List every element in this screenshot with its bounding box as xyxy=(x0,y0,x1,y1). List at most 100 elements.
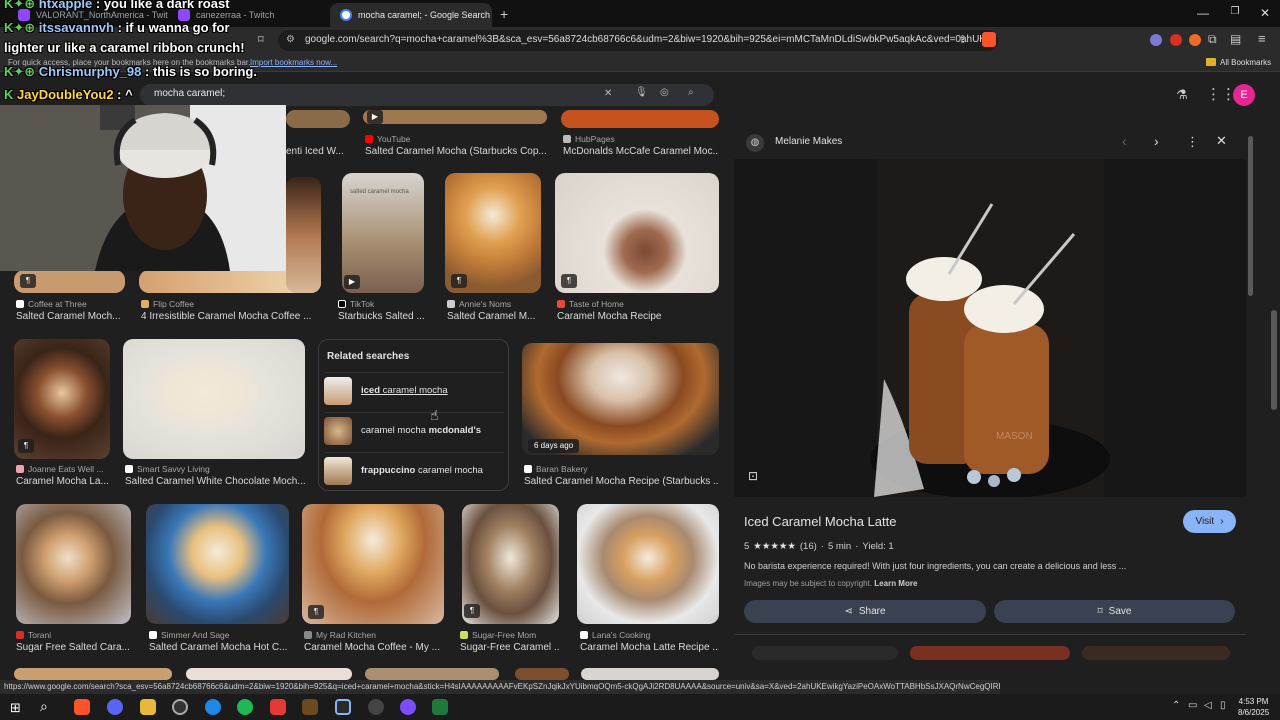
excel-icon[interactable] xyxy=(432,699,448,715)
related-image[interactable] xyxy=(752,646,898,660)
restore-icon[interactable]: ❐ xyxy=(1220,6,1250,17)
result-image[interactable] xyxy=(14,668,172,680)
volume-icon[interactable]: ◁ xyxy=(1204,700,1212,711)
preview-image[interactable]: MASON ⊡ xyxy=(734,159,1246,499)
result-title[interactable]: Caramel Mocha Recipe xyxy=(557,311,719,322)
close-panel-icon[interactable]: ✕ xyxy=(1216,133,1227,149)
app-icon[interactable] xyxy=(205,699,221,715)
result-image[interactable] xyxy=(561,110,719,128)
battery-icon[interactable]: ▯ xyxy=(1220,700,1226,711)
result-title[interactable]: Salted Caramel White Chocolate Moch... xyxy=(125,476,305,487)
brave-shield-icon[interactable] xyxy=(982,32,996,47)
extension-icon[interactable] xyxy=(1189,34,1201,46)
result-title[interactable]: Caramel Mocha Latte Recipe ... xyxy=(580,642,719,653)
microphone-icon[interactable]: 🎙 xyxy=(635,87,648,98)
visit-button[interactable]: Visit › xyxy=(1183,510,1236,533)
next-icon[interactable]: › xyxy=(1154,133,1159,149)
labs-icon[interactable]: ⚗ xyxy=(1176,87,1188,103)
related-image[interactable] xyxy=(1082,646,1230,660)
result-title[interactable]: McDonalds McCafe Caramel Moc... xyxy=(563,146,719,157)
tab-google-search[interactable]: mocha caramel; - Google Search ✕ xyxy=(330,3,492,27)
obs-icon[interactable] xyxy=(172,699,188,715)
bookmark-page-icon[interactable]: ⌑ xyxy=(258,33,264,46)
result-image[interactable] xyxy=(365,668,499,680)
avatar[interactable]: E xyxy=(1233,84,1255,106)
app-icon[interactable] xyxy=(335,699,351,715)
network-icon[interactable]: ▭ xyxy=(1188,700,1197,711)
result-image[interactable]: ¶ xyxy=(555,173,719,293)
result-title[interactable]: Sugar Free Salted Cara... xyxy=(16,642,131,653)
result-title[interactable]: enti Iced W... xyxy=(286,146,348,157)
result-title[interactable]: Salted Caramel M... xyxy=(447,311,541,322)
import-bookmarks-link[interactable]: Import bookmarks now... xyxy=(250,58,337,67)
spotify-icon[interactable] xyxy=(237,699,253,715)
search-box[interactable]: mocha caramel; ✕ 🎙 ◎ ⌕ xyxy=(140,84,714,106)
result-image[interactable] xyxy=(577,504,719,624)
result-title[interactable]: Salted Caramel Mocha Hot C... xyxy=(149,642,289,653)
learn-more-link[interactable]: Learn More xyxy=(874,579,917,588)
result-image[interactable] xyxy=(16,504,131,624)
result-image[interactable] xyxy=(186,668,352,680)
panel-scrollbar[interactable] xyxy=(1248,136,1253,296)
lens-search-icon[interactable]: ⊡ xyxy=(748,469,758,483)
extension-icon[interactable] xyxy=(1150,34,1162,46)
result-image[interactable] xyxy=(123,339,305,459)
puzzle-icon[interactable]: ⧉ xyxy=(1208,32,1217,47)
related-image[interactable] xyxy=(910,646,1070,660)
search-input[interactable]: mocha caramel; xyxy=(154,88,225,99)
related-item-iced[interactable]: iced caramel mocha xyxy=(324,372,504,408)
previous-icon[interactable]: ‹ xyxy=(1122,133,1127,149)
app-icon[interactable] xyxy=(302,699,318,715)
result-image[interactable]: 6 days ago xyxy=(522,343,719,455)
app-icon[interactable] xyxy=(368,699,384,715)
extension-icon[interactable] xyxy=(1170,34,1182,46)
tray-chevron-icon[interactable]: ⌃ xyxy=(1172,700,1180,711)
result-image[interactable] xyxy=(581,668,719,680)
new-tab-icon[interactable]: + xyxy=(500,6,508,22)
windows-start-icon[interactable]: ⊞ xyxy=(10,700,21,716)
result-image[interactable]: salted caramel mocha ▶ xyxy=(342,173,424,293)
share-page-icon[interactable]: ⇪ xyxy=(958,33,967,46)
save-button[interactable]: ⌑ Save xyxy=(994,600,1235,623)
result-image[interactable]: ▶ xyxy=(363,110,547,124)
sidebar-icon[interactable]: ▤ xyxy=(1230,32,1241,46)
preview-title[interactable]: Iced Caramel Mocha Latte xyxy=(744,514,896,529)
apps-grid-icon[interactable]: ⋮⋮ xyxy=(1206,85,1236,103)
result-image[interactable]: ¶ xyxy=(302,504,444,624)
result-title[interactable]: Salted Caramel Mocha (Starbucks Cop... xyxy=(365,146,547,157)
minimize-icon[interactable]: — xyxy=(1188,6,1218,20)
app-icon[interactable] xyxy=(400,699,416,715)
preview-source-name[interactable]: Melanie Makes xyxy=(775,136,842,147)
result-title[interactable]: Starbucks Salted ... xyxy=(338,311,424,322)
result-title[interactable]: Caramel Mocha Coffee - My ... xyxy=(304,642,444,653)
result-image[interactable] xyxy=(286,110,350,128)
site-info-icon[interactable]: ⚙ xyxy=(286,34,295,45)
result-title[interactable]: Salted Caramel Mocha Recipe (Starbucks .… xyxy=(524,476,719,487)
more-options-icon[interactable]: ⋮ xyxy=(1186,134,1199,150)
page-scrollbar[interactable] xyxy=(1271,310,1277,410)
close-window-icon[interactable]: ✕ xyxy=(1250,6,1280,20)
brave-icon[interactable] xyxy=(74,699,90,715)
result-image[interactable]: ¶ xyxy=(14,270,125,293)
clear-search-icon[interactable]: ✕ xyxy=(604,88,612,99)
result-image[interactable]: ¶ xyxy=(462,504,559,624)
result-image[interactable]: ¶ xyxy=(14,339,110,459)
result-title[interactable]: Caramel Mocha La... xyxy=(16,476,110,487)
result-image[interactable] xyxy=(515,668,569,680)
result-title[interactable]: 4 Irresistible Caramel Mocha Coffee ... xyxy=(141,311,311,322)
system-clock[interactable]: 4:53 PM 8/6/2025 xyxy=(1238,696,1269,718)
result-title[interactable]: Salted Caramel Moch... xyxy=(16,311,126,322)
all-bookmarks[interactable]: All Bookmarks xyxy=(1220,58,1271,67)
file-explorer-icon[interactable] xyxy=(140,699,156,715)
app-icon[interactable] xyxy=(270,699,286,715)
address-bar[interactable]: ⚙ google.com/search?q=mocha+caramel%3B&s… xyxy=(278,30,998,51)
share-button[interactable]: ⋖ Share xyxy=(744,600,986,623)
discord-icon[interactable] xyxy=(107,699,123,715)
result-image[interactable]: ¶ xyxy=(445,173,541,293)
menu-icon[interactable]: ≡ xyxy=(1258,31,1266,46)
lens-icon[interactable]: ◎ xyxy=(660,87,669,98)
result-image[interactable] xyxy=(286,177,321,293)
result-image[interactable] xyxy=(146,504,289,624)
related-item-frappuccino[interactable]: frappuccino caramel mocha xyxy=(324,452,504,488)
result-title[interactable]: Sugar-Free Caramel ... xyxy=(460,642,560,653)
